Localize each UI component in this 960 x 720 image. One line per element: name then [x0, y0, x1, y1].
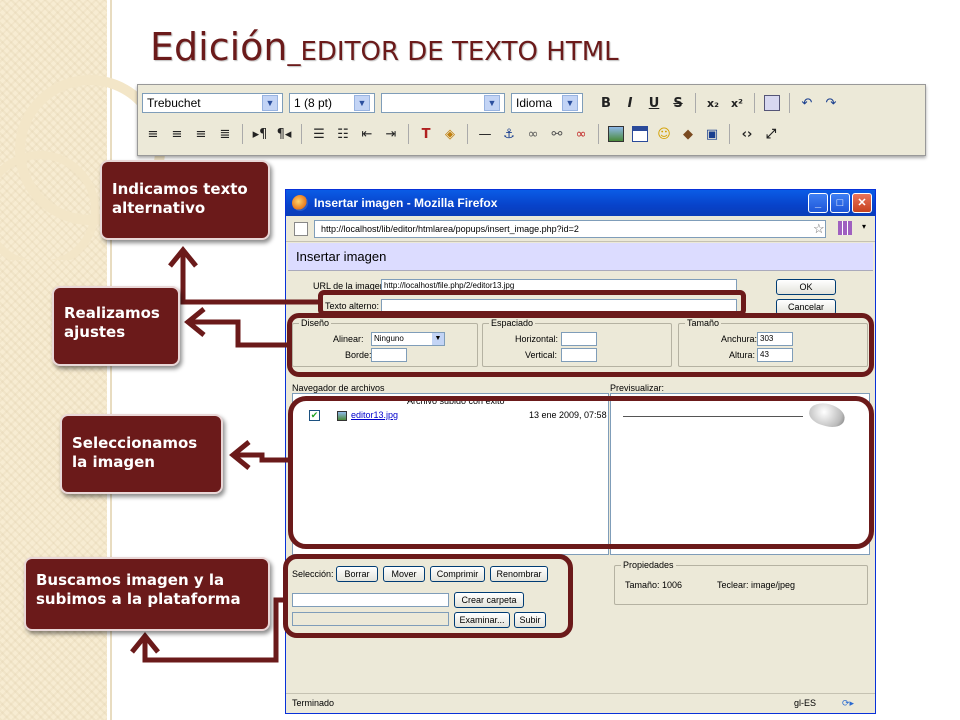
unordered-list-icon[interactable]: ☷: [332, 123, 354, 145]
callout-alt-text: Indicamos texto alternativo: [100, 160, 270, 240]
fullscreen-icon[interactable]: ⤢: [760, 123, 782, 145]
status-text: Terminado: [292, 698, 335, 708]
align-justify-icon[interactable]: ≣: [214, 123, 236, 145]
undo-icon[interactable]: ↶: [796, 92, 818, 114]
font-size-select[interactable]: 1 (8 pt) ▼: [289, 93, 375, 113]
superscript-icon[interactable]: x²: [726, 92, 748, 114]
smiley-icon[interactable]: ☺: [653, 123, 675, 145]
chevron-down-icon: ▼: [354, 95, 370, 111]
propiedades-fieldset: Propiedades Tamaño: 1006 Teclear: image/…: [614, 560, 868, 605]
ok-button[interactable]: OK: [776, 279, 836, 295]
horizontal-rule-icon[interactable]: —: [474, 123, 496, 145]
anchor-icon[interactable]: ⚓: [498, 123, 520, 145]
status-bar: Terminado gl-ES ⟳▸: [286, 693, 875, 713]
align-left-icon[interactable]: ≡: [142, 123, 164, 145]
html-source-icon[interactable]: ‹›: [736, 123, 758, 145]
ltr-icon[interactable]: ▸¶: [249, 123, 271, 145]
dialog-header: Insertar imagen: [288, 243, 873, 271]
url-bar: http://localhost/lib/editor/htmlarea/pop…: [286, 216, 875, 242]
paste-word-icon[interactable]: [761, 92, 783, 114]
window-titlebar: Insertar imagen - Mozilla Firefox _ □ ✕: [286, 190, 875, 216]
window-title: Insertar imagen - Mozilla Firefox: [314, 196, 498, 210]
toolbar-separator: [729, 124, 730, 144]
indent-icon[interactable]: ⇥: [380, 123, 402, 145]
underline-button[interactable]: U: [643, 92, 665, 114]
maximize-button[interactable]: □: [830, 193, 850, 213]
propiedades-legend: Propiedades: [621, 560, 676, 570]
subscript-icon[interactable]: x₂: [702, 92, 724, 114]
minimize-button[interactable]: _: [808, 193, 828, 213]
toolbar-separator: [695, 93, 696, 113]
locale-text: gl-ES: [794, 698, 817, 708]
toolbar-row-1: Trebuchet ▼ 1 (8 pt) ▼ ▼ Idioma ▼ B I U S x…: [142, 92, 842, 114]
link-icon[interactable]: ∞: [522, 123, 544, 145]
upload-highlight: [283, 554, 573, 638]
ordered-list-icon[interactable]: ☰: [308, 123, 330, 145]
callout-select-image: Seleccionamos la imagen: [60, 414, 223, 494]
align-right-icon[interactable]: ≡: [190, 123, 212, 145]
page-title: Edición_EDITOR DE TEXTO HTML: [150, 28, 619, 66]
nolink-icon[interactable]: ∞: [570, 123, 592, 145]
search-replace-icon[interactable]: ▣: [701, 123, 723, 145]
unlink-icon[interactable]: ⚯: [546, 123, 568, 145]
insert-image-icon[interactable]: [605, 123, 627, 145]
url-field[interactable]: http://localhost/lib/editor/htmlarea/pop…: [314, 220, 826, 238]
rtl-icon[interactable]: ¶◂: [273, 123, 295, 145]
toolbar-separator: [754, 93, 755, 113]
toolbar-separator: [242, 124, 243, 144]
settings-highlight: [287, 313, 874, 377]
language-value: Idioma: [516, 96, 553, 110]
strikethrough-button[interactable]: S: [667, 92, 689, 114]
star-icon[interactable]: ☆: [813, 221, 825, 237]
font-size-value: 1 (8 pt): [294, 96, 333, 110]
font-family-value: Trebuchet: [147, 96, 201, 110]
align-center-icon[interactable]: ≡: [166, 123, 188, 145]
insert-table-icon[interactable]: [629, 123, 651, 145]
file-browser-label: Navegador de archivos: [292, 383, 385, 393]
dropdown-icon[interactable]: ▾: [862, 222, 866, 231]
preview-label: Previsualizar:: [610, 383, 665, 393]
toolbar-separator: [789, 93, 790, 113]
callout-upload: Buscamos imagen y la subimos a la plataf…: [24, 557, 270, 631]
title-main: Edición: [150, 25, 288, 69]
redo-icon[interactable]: ↷: [820, 92, 842, 114]
file-select-highlight: [288, 396, 874, 549]
chevron-down-icon: ▼: [262, 95, 278, 111]
page-icon: [294, 222, 308, 236]
special-char-icon[interactable]: ◆: [677, 123, 699, 145]
text-color-icon[interactable]: T: [415, 123, 437, 145]
format-block-select[interactable]: ▼: [381, 93, 505, 113]
close-button[interactable]: ✕: [852, 193, 872, 213]
grid-icon[interactable]: [838, 221, 852, 235]
toolbar-separator: [598, 124, 599, 144]
html-editor-toolbar: Trebuchet ▼ 1 (8 pt) ▼ ▼ Idioma ▼ B I U S x…: [137, 84, 926, 156]
file-size-text: Tamaño: 1006: [625, 580, 683, 590]
outdent-icon[interactable]: ⇤: [356, 123, 378, 145]
file-type-text: Teclear: image/jpeg: [717, 580, 796, 590]
callout-adjust: Realizamos ajustes: [52, 286, 180, 366]
italic-button[interactable]: I: [619, 92, 641, 114]
title-sub: _EDITOR DE TEXTO HTML: [287, 37, 619, 67]
language-select[interactable]: Idioma ▼: [511, 93, 583, 113]
bold-button[interactable]: B: [595, 92, 617, 114]
toolbar-row-2: ≡ ≡ ≡ ≣ ▸¶ ¶◂ ☰ ☷ ⇤ ⇥ T ◈ — ⚓ ∞ ⚯ ∞ ☺ ◆ …: [142, 123, 782, 145]
firefox-icon: [292, 195, 308, 211]
chevron-down-icon: ▼: [562, 95, 578, 111]
toolbar-separator: [301, 124, 302, 144]
font-family-select[interactable]: Trebuchet ▼: [142, 93, 283, 113]
background-color-icon[interactable]: ◈: [439, 123, 461, 145]
chevron-down-icon: ▼: [484, 95, 500, 111]
toolbar-separator: [408, 124, 409, 144]
toolbar-separator: [467, 124, 468, 144]
sync-icon: ⟳▸: [842, 698, 855, 708]
